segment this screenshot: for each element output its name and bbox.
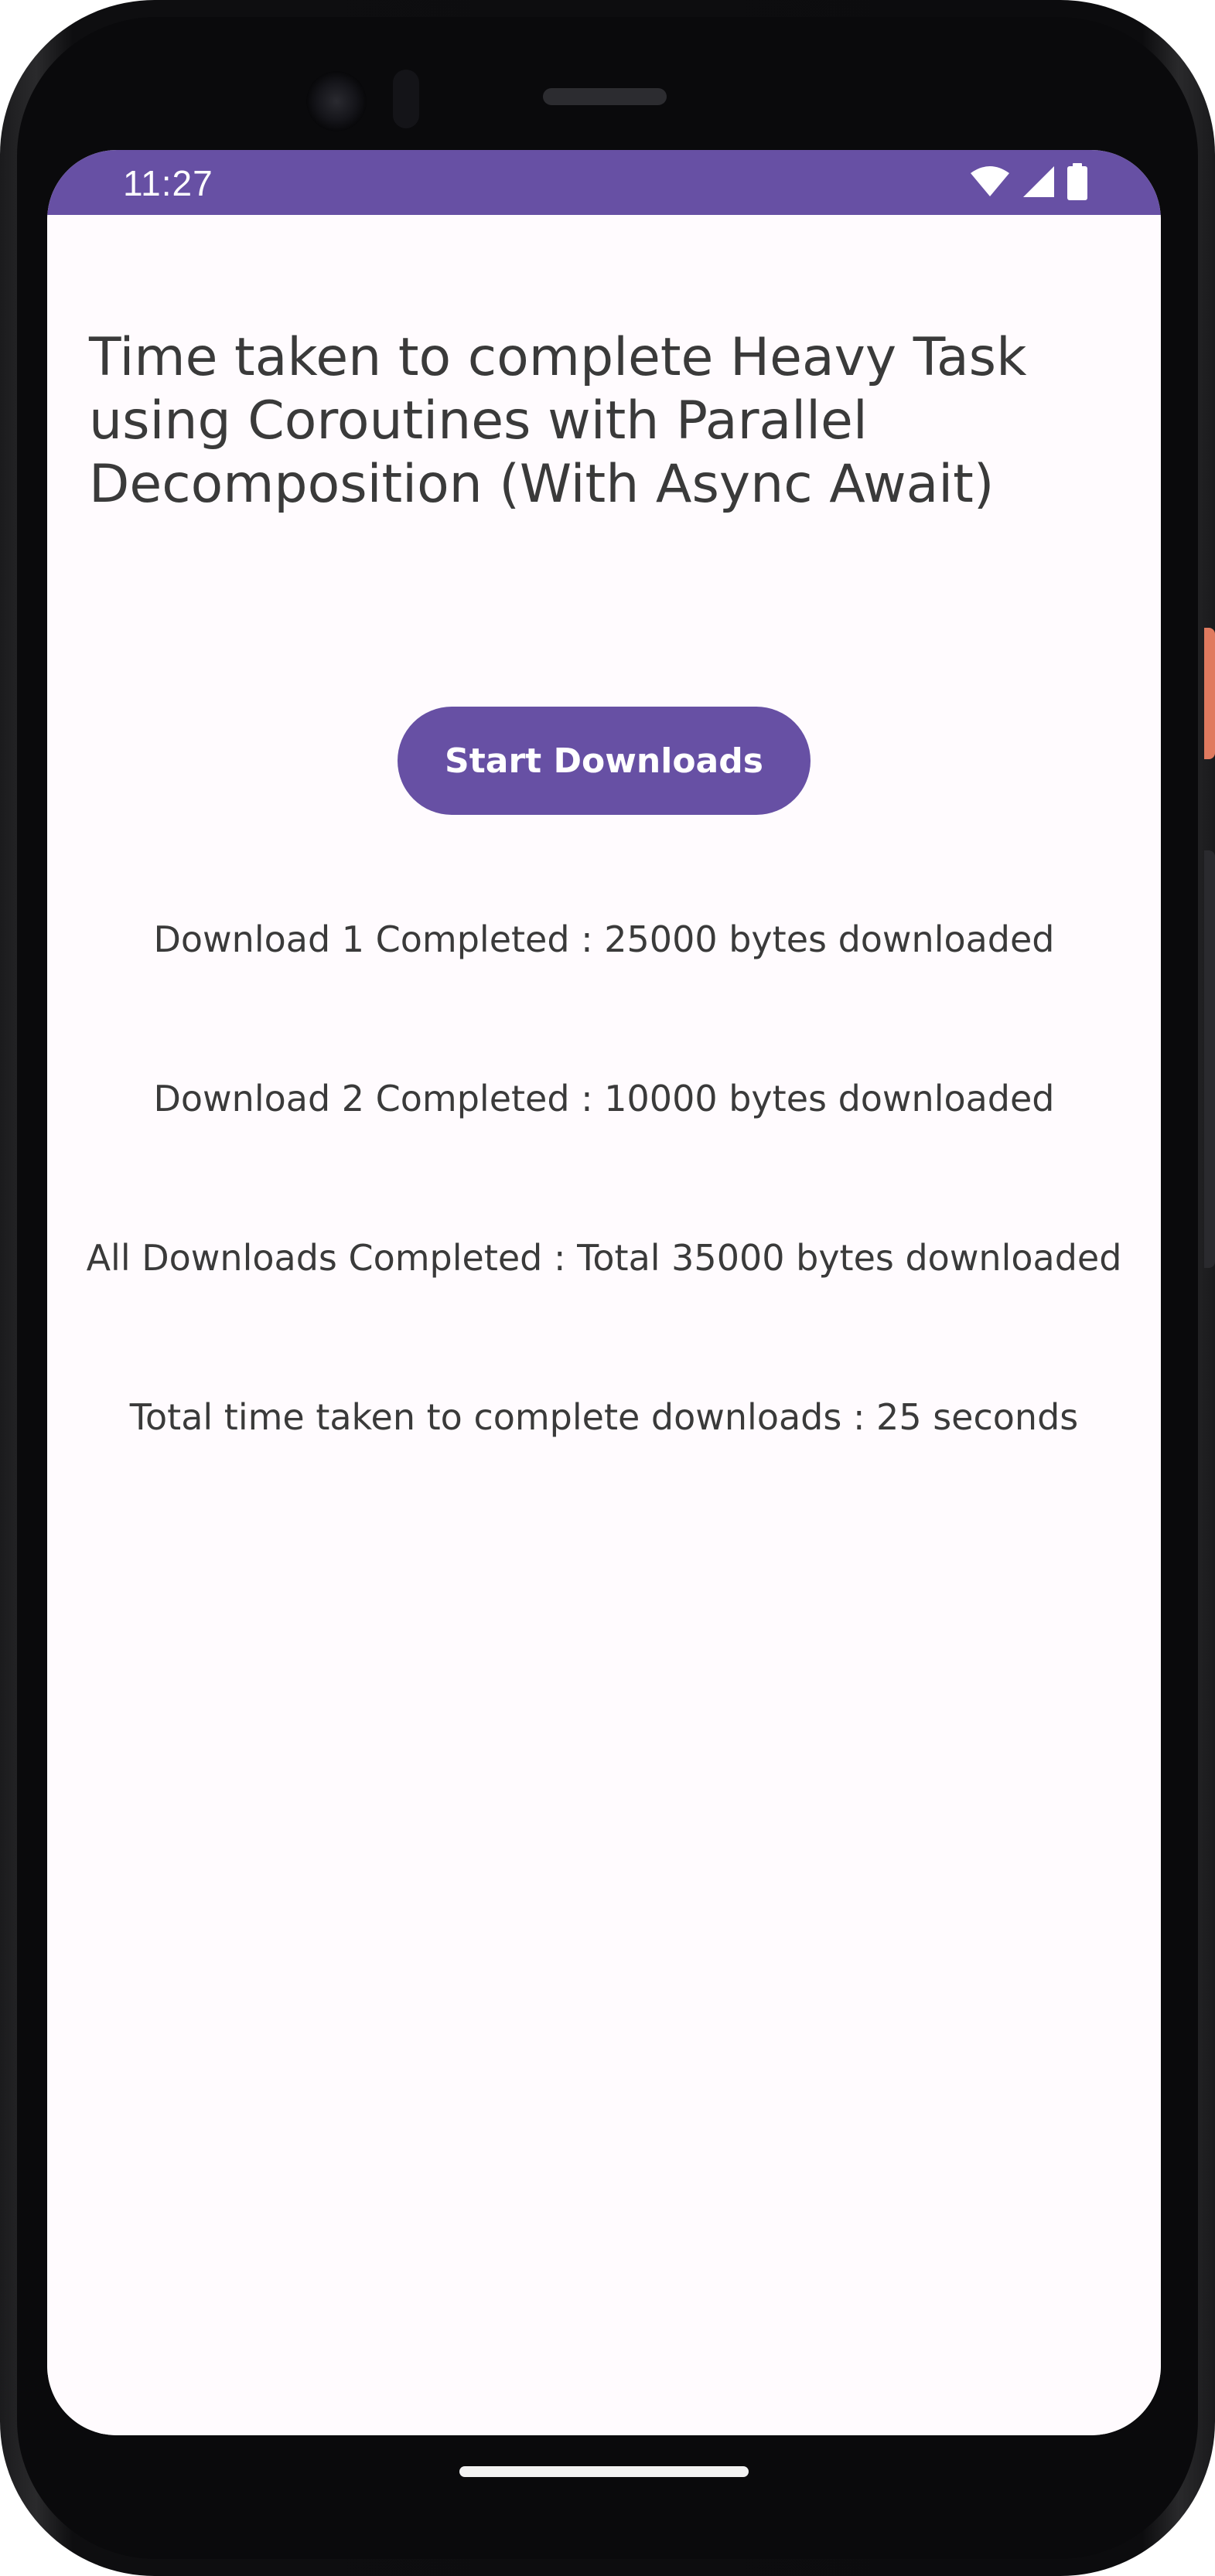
battery-icon bbox=[1067, 162, 1088, 204]
volume-button bbox=[1204, 850, 1215, 1268]
page-title: Time taken to complete Heavy Task using … bbox=[89, 327, 1027, 515]
download-2-result: Download 2 Completed : 10000 bytes downl… bbox=[153, 1078, 1055, 1119]
cellular-signal-icon bbox=[1022, 165, 1056, 203]
status-bar: 11:27 bbox=[47, 150, 1161, 215]
status-time: 11:27 bbox=[123, 163, 213, 203]
all-downloads-result: All Downloads Completed : Total 35000 by… bbox=[86, 1237, 1122, 1279]
front-camera bbox=[306, 71, 367, 131]
wifi-icon bbox=[969, 165, 1011, 202]
total-time-result: Total time taken to complete downloads :… bbox=[129, 1396, 1079, 1438]
phone-frame: 11:27 Time taken to complete Heavy Task … bbox=[0, 0, 1215, 2576]
status-icons bbox=[969, 162, 1088, 204]
download-1-result: Download 1 Completed : 25000 bytes downl… bbox=[153, 918, 1055, 960]
power-button bbox=[1204, 628, 1215, 759]
home-gesture-handle[interactable] bbox=[459, 2466, 749, 2477]
screen: 11:27 Time taken to complete Heavy Task … bbox=[47, 150, 1161, 2435]
main-content: Time taken to complete Heavy Task using … bbox=[47, 215, 1161, 2435]
proximity-sensor bbox=[393, 70, 419, 128]
start-downloads-button[interactable]: Start Downloads bbox=[398, 707, 811, 815]
earpiece-speaker bbox=[543, 88, 667, 105]
navigation-bar bbox=[47, 2435, 1161, 2520]
